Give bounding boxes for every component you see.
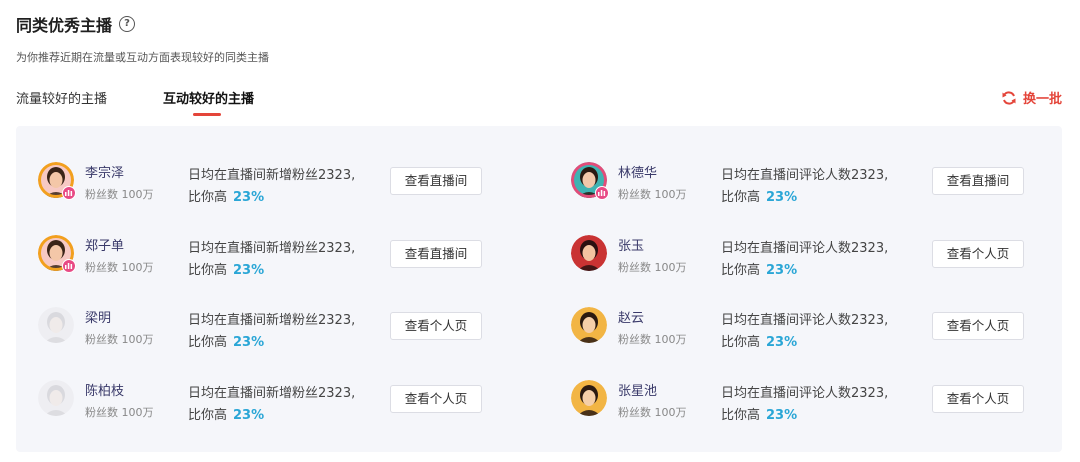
compare-percent: 23% [766,190,798,205]
tab-interaction[interactable]: 互动较好的主播 [163,88,254,107]
anchor-avatar[interactable] [38,307,74,343]
refresh-button[interactable]: 换一批 [1001,88,1062,107]
live-badge-icon [62,259,76,273]
section-title-text: 同类优秀主播 [16,16,113,35]
compare-percent: 23% [233,190,265,205]
compare-label: 比你高 [188,335,228,350]
anchor-metric-text: 日均在直播间新增粉丝2323, [188,313,356,328]
live-badge-icon [62,186,76,200]
anchor-fans: 粉丝数 100万 [618,188,687,201]
view-profile-button[interactable]: 查看个人页 [932,312,1024,340]
anchor-name[interactable]: 郑子单 [85,235,124,254]
anchor-metric-text: 日均在直播间评论人数2323, [721,386,889,401]
anchor-metric-text: 日均在直播间新增粉丝2323, [188,241,356,256]
compare-label: 比你高 [188,190,228,205]
anchor-fans: 粉丝数 100万 [618,406,687,419]
active-tab-indicator [193,113,221,116]
anchor-row: 林德华 粉丝数 100万 日均在直播间评论人数2323, 比你高 23% 查看直播… [571,156,1032,206]
compare-label: 比你高 [721,263,761,278]
anchor-avatar[interactable] [38,380,74,416]
section-title: 同类优秀主播 ? [16,12,136,36]
anchor-avatar[interactable] [571,307,607,343]
live-badge-icon [595,186,609,200]
view-live-room-button[interactable]: 查看直播间 [932,167,1024,195]
view-profile-button[interactable]: 查看个人页 [932,385,1024,413]
compare-percent: 23% [233,408,265,423]
anchor-fans: 粉丝数 100万 [85,188,154,201]
section-subtitle: 为你推荐近期在流量或互动方面表现较好的同类主播 [16,51,269,64]
view-profile-button[interactable]: 查看个人页 [390,385,482,413]
view-live-room-button[interactable]: 查看直播间 [390,167,482,195]
anchor-name[interactable]: 林德华 [618,162,657,181]
view-profile-button[interactable]: 查看个人页 [390,312,482,340]
anchor-row: 张玉 粉丝数 100万 日均在直播间评论人数2323, 比你高 23% 查看个人页 [571,229,1032,279]
refresh-label: 换一批 [1022,92,1062,107]
compare-label: 比你高 [188,263,228,278]
anchor-avatar[interactable] [571,380,607,416]
anchor-compare-text: 比你高 23% [188,404,264,423]
refresh-icon [1002,90,1016,105]
anchor-row: 赵云 粉丝数 100万 日均在直播间评论人数2323, 比你高 23% 查看个人页 [571,301,1032,351]
view-live-room-button[interactable]: 查看直播间 [390,240,482,268]
compare-label: 比你高 [721,335,761,350]
anchor-row: 梁明 粉丝数 100万 日均在直播间新增粉丝2323, 比你高 23% 查看个人页 [38,301,490,351]
anchor-compare-text: 比你高 23% [721,331,797,350]
anchor-name[interactable]: 张玉 [618,235,644,254]
anchor-row: 陈柏枝 粉丝数 100万 日均在直播间新增粉丝2323, 比你高 23% 查看个人… [38,374,490,424]
anchor-row: 郑子单 粉丝数 100万 日均在直播间新增粉丝2323, 比你高 23% 查看直播… [38,229,490,279]
anchor-fans: 粉丝数 100万 [85,406,154,419]
anchor-name[interactable]: 张星池 [618,380,657,399]
anchor-name[interactable]: 梁明 [85,307,111,326]
anchor-avatar[interactable] [571,235,607,271]
tab-traffic[interactable]: 流量较好的主播 [16,88,107,107]
anchor-compare-text: 比你高 23% [721,259,797,278]
anchor-name[interactable]: 陈柏枝 [85,380,124,399]
anchor-compare-text: 比你高 23% [188,259,264,278]
anchor-fans: 粉丝数 100万 [618,261,687,274]
anchor-row: 张星池 粉丝数 100万 日均在直播间评论人数2323, 比你高 23% 查看个人… [571,374,1032,424]
anchor-metric-text: 日均在直播间评论人数2323, [721,313,889,328]
question-circle-icon[interactable]: ? [119,16,136,32]
compare-label: 比你高 [721,190,761,205]
compare-percent: 23% [233,335,265,350]
anchor-row: 李宗泽 粉丝数 100万 日均在直播间新增粉丝2323, 比你高 23% 查看直播… [38,156,490,206]
anchor-metric-text: 日均在直播间评论人数2323, [721,168,889,183]
anchor-fans: 粉丝数 100万 [85,333,154,346]
compare-percent: 23% [766,263,798,278]
anchor-compare-text: 比你高 23% [188,186,264,205]
compare-label: 比你高 [188,408,228,423]
anchor-name[interactable]: 李宗泽 [85,162,124,181]
anchor-metric-text: 日均在直播间新增粉丝2323, [188,168,356,183]
anchor-compare-text: 比你高 23% [721,404,797,423]
recommend-panel: 李宗泽 粉丝数 100万 日均在直播间新增粉丝2323, 比你高 23% 查看直播… [16,126,1062,452]
anchor-metric-text: 日均在直播间评论人数2323, [721,241,889,256]
anchor-metric-text: 日均在直播间新增粉丝2323, [188,386,356,401]
anchor-compare-text: 比你高 23% [721,186,797,205]
anchor-name[interactable]: 赵云 [618,307,644,326]
compare-percent: 23% [233,263,265,278]
anchor-fans: 粉丝数 100万 [85,261,154,274]
view-profile-button[interactable]: 查看个人页 [932,240,1024,268]
compare-percent: 23% [766,335,798,350]
anchor-fans: 粉丝数 100万 [618,333,687,346]
anchor-compare-text: 比你高 23% [188,331,264,350]
compare-percent: 23% [766,408,798,423]
compare-label: 比你高 [721,408,761,423]
